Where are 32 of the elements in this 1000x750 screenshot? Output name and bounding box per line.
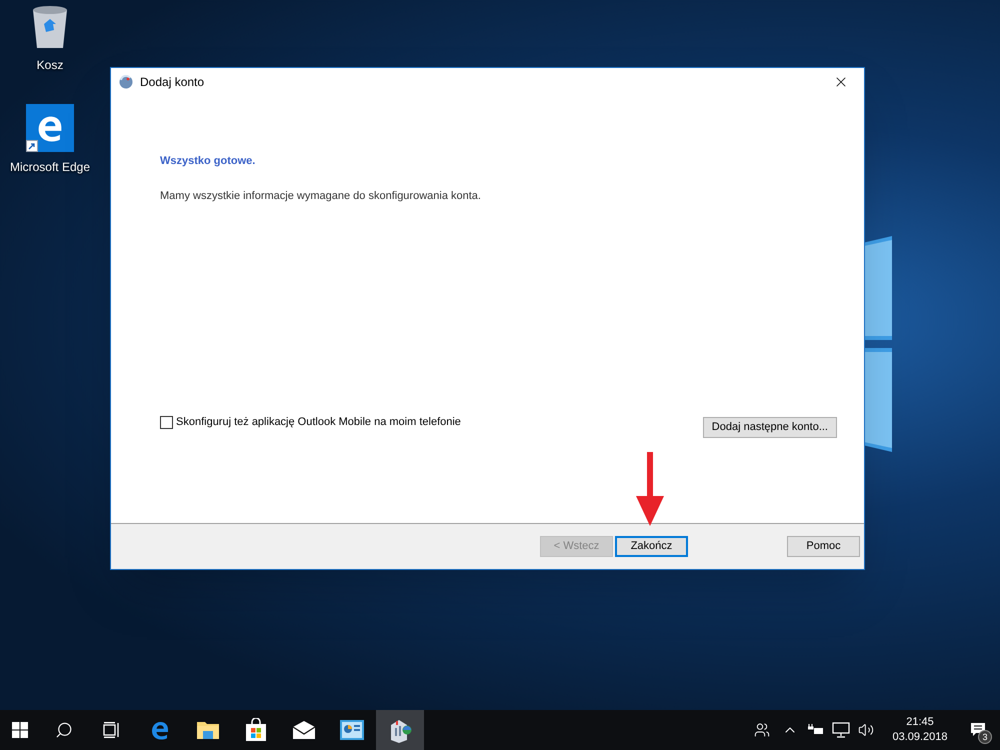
wizard-button[interactable]: Pomoc: [787, 536, 860, 557]
dialog-heading: Wszystko gotowe.: [160, 154, 256, 169]
desktop-icon-label[interactable]: Kosz: [36, 56, 64, 74]
notification-count-badge: 3: [978, 730, 992, 744]
desktop-icon-label[interactable]: Microsoft Edge: [10, 158, 90, 176]
checkbox-label[interactable]: Skonfiguruj też aplikację Outlook Mobile na moim telefonie: [176, 414, 461, 430]
dialog-message: Mamy wszystkie informacje wymagane do skonfigurowania konta.: [160, 188, 482, 204]
window-title: Dodaj konto: [140, 74, 204, 91]
search-icon: [55, 721, 73, 739]
globe-icon: [119, 75, 133, 89]
task-view-icon: [103, 722, 121, 738]
add-account-button[interactable]: Dodaj następne konto...: [702, 417, 837, 438]
battery-plug-icon[interactable]: [808, 724, 824, 736]
action-center-button[interactable]: 3: [956, 710, 1000, 750]
clock[interactable]: 21:45 03.09.2018: [884, 715, 956, 745]
people-icon[interactable]: [754, 722, 770, 738]
volume-icon[interactable]: [858, 722, 874, 738]
clock-time: 21:45: [906, 715, 934, 730]
checkbox[interactable]: [160, 416, 173, 429]
shopping-bag-icon: [245, 718, 267, 742]
recycle-bin-icon[interactable]: [30, 4, 70, 50]
edge-shortcut-icon[interactable]: [26, 104, 74, 152]
taskbar-app-button[interactable]: [376, 710, 424, 750]
clock-date: 03.09.2018: [892, 730, 948, 745]
folder-icon: [196, 720, 220, 740]
network-monitor-icon[interactable]: [832, 722, 850, 738]
shortcut-arrow-icon: [26, 140, 38, 152]
windows-icon: [12, 722, 28, 738]
envelope-icon: [292, 721, 316, 739]
mail-setup-icon: [388, 717, 412, 743]
wizard-button[interactable]: Zakończ: [615, 536, 688, 557]
control-panel-icon: [340, 720, 364, 740]
